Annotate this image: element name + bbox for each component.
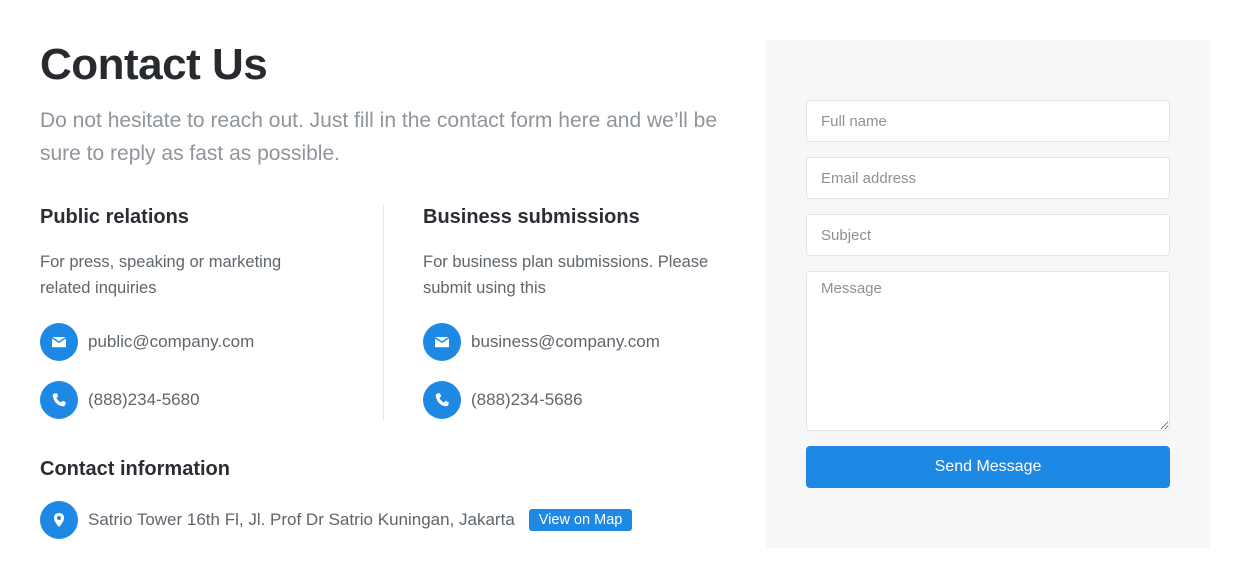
page-title: Contact Us	[40, 40, 268, 89]
contact-details: Contact Us Do not hesitate to reach out.…	[40, 40, 730, 539]
contact-groups: Public relations For press, speaking or …	[40, 205, 730, 420]
send-message-button[interactable]: Send Message	[806, 446, 1170, 488]
full-name-input[interactable]	[806, 100, 1170, 142]
public-email[interactable]: public@company.com	[88, 332, 254, 352]
business-phone[interactable]: (888)234-5686	[471, 390, 583, 410]
phone-icon	[423, 381, 461, 419]
address-text: Satrio Tower 16th Fl, Jl. Prof Dr Satrio…	[88, 510, 515, 529]
map-pin-icon	[40, 501, 78, 539]
public-phone-row: (888)234-5680	[40, 381, 360, 419]
envelope-icon	[423, 323, 461, 361]
contact-page: Contact Us Do not hesitate to reach out.…	[0, 0, 1250, 588]
message-textarea[interactable]	[806, 271, 1170, 431]
business-submissions-description: For business plan submissions. Please su…	[423, 253, 709, 297]
business-submissions-section: Business submissions For business plan s…	[423, 205, 743, 419]
address-row: Satrio Tower 16th Fl, Jl. Prof Dr Satrio…	[40, 501, 730, 539]
subject-input[interactable]	[806, 214, 1170, 256]
envelope-icon	[40, 323, 78, 361]
public-relations-title: Public relations	[40, 206, 189, 228]
public-relations-section: Public relations For press, speaking or …	[40, 205, 360, 419]
business-submissions-title: Business submissions	[423, 206, 640, 228]
page-intro: Do not hesitate to reach out. Just fill …	[40, 109, 718, 165]
section-divider	[383, 205, 384, 420]
contact-information-section: Contact information Satrio Tower 16th Fl…	[40, 457, 730, 539]
phone-icon	[40, 381, 78, 419]
public-email-row: public@company.com	[40, 323, 360, 361]
public-phone[interactable]: (888)234-5680	[88, 390, 200, 410]
business-email-row: business@company.com	[423, 323, 743, 361]
view-on-map-button[interactable]: View on Map	[528, 509, 633, 531]
contact-information-title: Contact information	[40, 458, 230, 480]
business-phone-row: (888)234-5686	[423, 381, 743, 419]
contact-form-panel: Send Message	[766, 40, 1210, 548]
public-relations-description: For press, speaking or marketing related…	[40, 253, 282, 297]
email-input[interactable]	[806, 157, 1170, 199]
business-email[interactable]: business@company.com	[471, 332, 660, 352]
